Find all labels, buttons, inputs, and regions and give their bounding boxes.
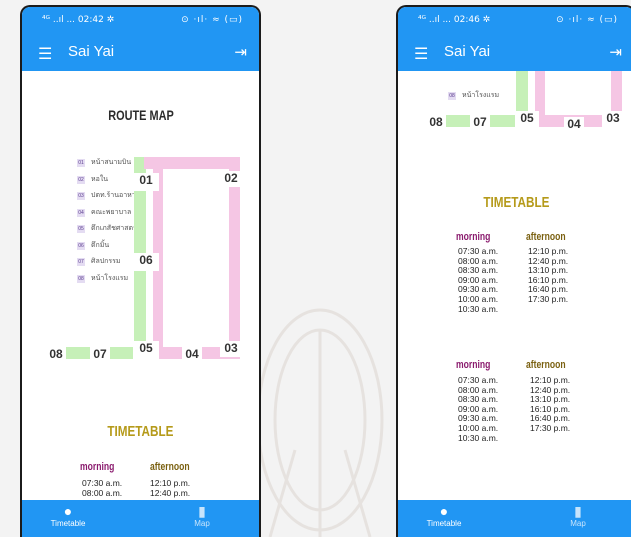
list-item: 03 ปตท.ร้านอาหาร (77, 192, 140, 200)
logout-icon[interactable]: ⇥ (609, 43, 622, 61)
afternoon-header: afternoon (526, 231, 566, 243)
afternoon-time: 17:30 p.m. (528, 293, 569, 304)
status-time: ⁴ᴳ ..ıl ... 02:46 ✲ (418, 15, 491, 25)
morning-time: 10:30 a.m. (458, 432, 499, 443)
nav-map-button[interactable]: ▮ Map (538, 503, 618, 528)
afternoon-time: 17:30 p.m. (530, 422, 571, 433)
map-icon: ▮ (198, 503, 206, 519)
list-item: 06 ตึกมิ้น (77, 241, 110, 250)
status-icons: ⊙ ·ıl· ≈ (▭) (181, 15, 243, 25)
phone-screen-right: ⁴ᴳ ..ıl ... 02:46 ✲ ⊙ ·ıl· ≈ (▭) ☰ Sai Y… (396, 5, 631, 537)
stop-label: 02 (220, 171, 242, 187)
stop-label: 03 (220, 341, 242, 357)
afternoon-header: afternoon (150, 461, 190, 473)
list-item: 08 หน้าโรงแรม (77, 274, 129, 283)
stop-label: 08 (46, 347, 66, 363)
nav-map-label: Map (570, 519, 586, 528)
morning-time: 08:00 a.m. (82, 487, 123, 498)
morning-header: morning (456, 231, 491, 243)
list-item: 08 หน้าโรงแรม (448, 92, 500, 100)
app-title: Sai Yai (444, 43, 491, 60)
list-item: 02 หอใน (77, 175, 109, 184)
morning-time: 10:30 a.m. (458, 303, 499, 314)
stop-label: 04 (564, 117, 584, 133)
timetable-title: TIMETABLE (482, 194, 550, 211)
bottom-navigation: ● Timetable ▮ Map (398, 500, 631, 537)
afternoon-time: 12:40 p.m. (150, 487, 191, 498)
list-item: 05 ตึกเภสัชศาสตร์ (77, 225, 137, 233)
clock-icon: ● (439, 503, 449, 519)
app-title: Sai Yai (68, 43, 115, 60)
stop-label: 05 (133, 341, 159, 359)
status-bar: ⁴ᴳ ..ıl ... 02:42 ✲ ⊙ ·ıl· ≈ (▭) (22, 7, 259, 34)
clock-icon: ● (63, 503, 73, 519)
nav-timetable-label: Timetable (426, 519, 462, 528)
app-bar: ☰ Sai Yai ⇥ (398, 34, 631, 71)
scroll-content[interactable]: ROUTE MAP 01 หน้าสนามบิน 02 หอใน 03 ปตท.ร้า… (22, 71, 259, 500)
stop-label: 04 (182, 347, 202, 363)
hamburger-menu-icon[interactable]: ☰ (414, 44, 428, 64)
list-item: 04 คณะพยาบาล (77, 208, 132, 217)
app-bar: ☰ Sai Yai ⇥ (22, 34, 259, 71)
stop-label: 05 (515, 111, 539, 129)
scroll-content[interactable]: 08 หน้าโรงแรม 08 07 05 04 03 TIMETABLE mo… (398, 71, 631, 500)
status-bar: ⁴ᴳ ..ıl ... 02:46 ✲ ⊙ ·ıl· ≈ (▭) (398, 7, 631, 34)
stop-label: 08 (426, 115, 446, 131)
stop-label: 03 (602, 111, 624, 127)
list-item: 01 หน้าสนามบิน (77, 159, 132, 167)
stop-label: 07 (470, 115, 490, 131)
phone-screen-left: ⁴ᴳ ..ıl ... 02:42 ✲ ⊙ ·ıl· ≈ (▭) ☰ Sai Y… (20, 5, 261, 537)
nav-map-label: Map (194, 519, 210, 528)
timetable-title: TIMETABLE (107, 423, 174, 440)
route-line-pink (144, 157, 240, 169)
nav-timetable-label: Timetable (50, 519, 86, 528)
bottom-navigation: ● Timetable ▮ Map (22, 500, 259, 537)
nav-map-button[interactable]: ▮ Map (162, 503, 242, 528)
stop-label: 07 (90, 347, 110, 363)
stop-label: 01 (133, 173, 159, 191)
list-item: 07 ศิลปกรรม (77, 258, 121, 266)
map-icon: ▮ (574, 503, 582, 519)
route-line-pink (229, 157, 240, 359)
afternoon-header: afternoon (526, 359, 566, 371)
route-map-title: ROUTE MAP (107, 107, 174, 123)
morning-header: morning (80, 461, 115, 473)
university-emblem-watermark (256, 308, 384, 537)
hamburger-menu-icon[interactable]: ☰ (38, 44, 52, 64)
morning-header: morning (456, 359, 491, 371)
logout-icon[interactable]: ⇥ (234, 43, 247, 61)
nav-timetable-button[interactable]: ● Timetable (28, 503, 108, 528)
nav-timetable-button[interactable]: ● Timetable (404, 503, 484, 528)
status-icons: ⊙ ·ıl· ≈ (▭) (556, 15, 618, 25)
stop-label: 06 (133, 253, 159, 271)
status-time: ⁴ᴳ ..ıl ... 02:42 ✲ (42, 15, 115, 25)
station-list: 01 หน้าสนามบิน 02 หอใน 03 ปตท.ร้านอาหาร 04 ค… (77, 157, 139, 289)
